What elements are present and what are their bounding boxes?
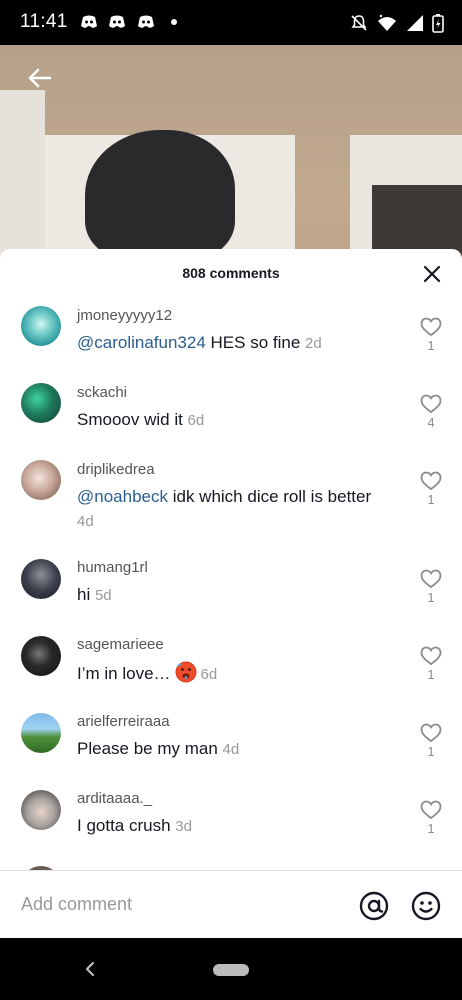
comment-text: @carolinafun324 HES so fine 2d [77,333,322,352]
status-bar: 11:41 [0,0,462,45]
like-count: 1 [427,590,435,605]
like-count: 1 [427,744,435,759]
wifi-icon [378,14,396,31]
comment-text: hi 5d [77,585,112,604]
comment-age: 6d [200,666,218,683]
discord-notification-icon [138,15,154,28]
heart-outline-icon[interactable] [420,800,442,820]
status-time: 11:41 [20,11,68,32]
like-button[interactable]: 1 [418,723,444,759]
avatar[interactable] [21,636,61,676]
like-button[interactable]: 1 [418,800,444,836]
heart-outline-icon[interactable] [420,723,442,743]
discord-notification-icon [109,15,125,28]
heart-outline-icon[interactable] [420,394,442,414]
like-button[interactable]: 1 [418,569,444,605]
nav-back-icon[interactable] [82,960,98,978]
comment-text: I’m in love… 6d [77,660,377,687]
avatar[interactable] [21,713,61,753]
system-nav-bar [0,938,462,1000]
avatar[interactable] [21,790,61,830]
battery-icon [432,14,444,33]
like-count: 1 [427,667,435,682]
comment-mention[interactable]: @noahbeck [77,487,168,506]
heart-outline-icon[interactable] [420,317,442,337]
more-notifications-dot [171,19,177,25]
smiley-icon[interactable] [410,890,442,922]
comment-text: I gotta crush 3d [77,816,192,835]
hot-face-emoji-icon [175,661,197,683]
comment-age: 4d [77,513,94,530]
comment-age: 2d [305,335,322,352]
like-button[interactable]: 4 [418,394,444,430]
like-count: 1 [427,338,435,353]
comment-input-bar: Add comment [0,870,462,939]
heart-outline-icon[interactable] [420,471,442,491]
nav-home-pill[interactable] [213,964,249,976]
comments-sheet: 808 comments jmoneyyyyy12 @carolinafun32… [0,249,462,939]
comment-age: 4d [222,741,240,758]
like-button[interactable]: 1 [418,646,444,682]
comment-username[interactable]: arielferreiraaa [77,713,170,730]
comment-username[interactable]: driplikedrea [77,461,155,478]
discord-notification-icon [81,15,97,28]
comment-username[interactable]: jmoneyyyyy12 [77,307,172,324]
comment-username[interactable]: humang1rl [77,559,148,576]
avatar[interactable] [21,559,61,599]
like-count: 1 [427,821,435,836]
like-count: 1 [427,492,435,507]
avatar[interactable] [21,460,61,500]
like-count: 4 [427,415,435,430]
comment-username[interactable]: sagemarieee [77,636,164,653]
arrow-left-icon[interactable] [24,62,56,94]
mute-icon [351,15,367,31]
comments-count-title: 808 comments [182,265,280,281]
comment-age: 3d [175,818,192,835]
heart-outline-icon[interactable] [420,569,442,589]
comment-username[interactable]: sckachi [77,384,127,401]
avatar[interactable] [21,306,61,346]
comment-text: Smooov wid it 6d [77,410,205,429]
like-button[interactable]: 1 [418,317,444,353]
comment-username[interactable]: arditaaaa._ [77,790,152,807]
comment-text: Please be my man 4d [77,739,240,758]
add-comment-input[interactable]: Add comment [21,894,132,915]
like-button[interactable]: 1 [418,471,444,507]
video-subject [85,130,235,260]
signal-icon [407,15,423,31]
comment-text: @noahbeck idk which dice roll is better … [77,487,372,530]
at-icon[interactable] [358,890,390,922]
avatar[interactable] [21,383,61,423]
comment-mention[interactable]: @carolinafun324 [77,333,206,352]
comment-age: 6d [187,412,205,429]
comment-age: 5d [94,587,112,604]
close-icon[interactable] [422,264,442,284]
comments-header: 808 comments [0,249,462,297]
heart-outline-icon[interactable] [420,646,442,666]
